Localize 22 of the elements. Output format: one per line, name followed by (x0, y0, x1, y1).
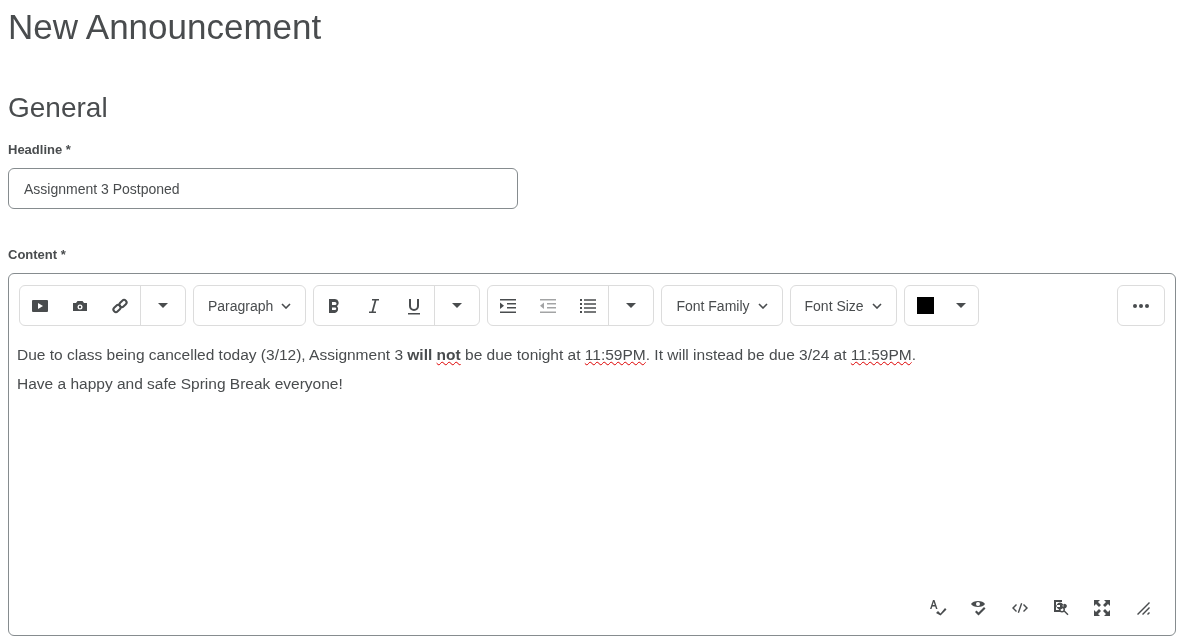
headline-field[interactable]: Assignment 3 Postponed (8, 168, 518, 209)
chevron-icon (757, 302, 768, 309)
body-text: Have a happy and safe Spring Break everyone! (17, 374, 344, 394)
field-label: Content * (8, 247, 66, 263)
page-title: New Announcement (8, 6, 322, 48)
field-label: Headline * (8, 142, 71, 158)
caret-icon (955, 303, 966, 308)
caret-icon (452, 303, 463, 308)
eye-check-icon (968, 598, 989, 618)
body-text: Due to class being cancelled today (3/12), Assignment 3 will not be due tonight at 11:59PM. It will instead be due 3/24 at 11:59PM. (17, 345, 917, 365)
dropdown[interactable]: Paragraph (193, 285, 307, 326)
color-picker[interactable] (903, 285, 979, 326)
chevron-icon (281, 302, 292, 309)
caret-icon (626, 303, 637, 308)
caret-icon (158, 303, 168, 308)
section-heading: General (8, 91, 108, 125)
spellcheck-icon (927, 598, 948, 618)
chevron-icon (871, 302, 882, 309)
dropdown[interactable]: Font Family (661, 285, 783, 326)
dropdown[interactable]: Font Size (789, 285, 897, 326)
fullscreen-icon (1091, 598, 1112, 618)
ellipsis-icon (1131, 302, 1151, 309)
